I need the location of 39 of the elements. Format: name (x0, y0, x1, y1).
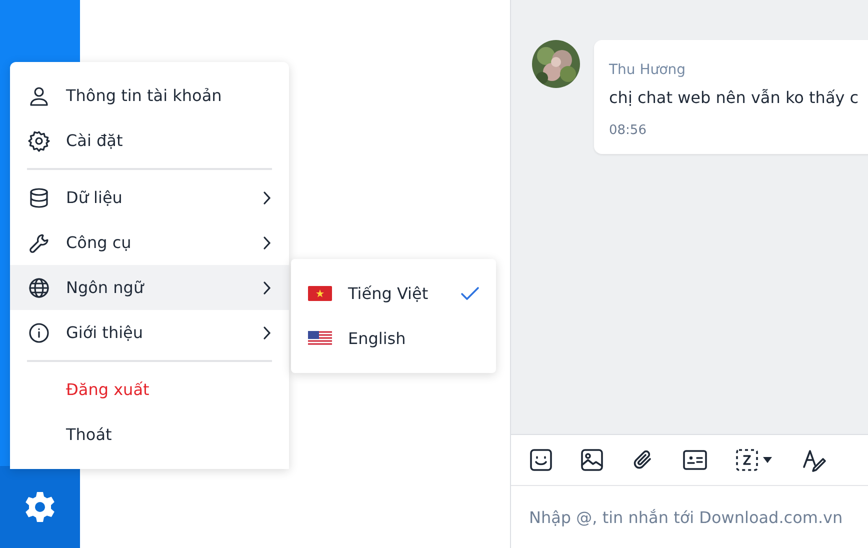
message-input[interactable]: Nhập @, tin nhắn tới Download.com.vn (511, 486, 868, 548)
screenshot-icon (735, 448, 775, 472)
sticker-button[interactable] (529, 448, 553, 472)
image-button[interactable] (580, 448, 604, 472)
globe-icon (28, 276, 50, 298)
message-time: 08:56 (609, 123, 648, 138)
smiley-icon (529, 448, 553, 472)
menu-item[interactable]: Ngôn ngữ (10, 265, 289, 310)
user-icon (28, 84, 50, 106)
chevron-right-icon (263, 190, 271, 204)
sender-name: Thu Hương (609, 62, 686, 78)
language-option[interactable]: English (291, 316, 496, 361)
text-format-button[interactable] (802, 448, 828, 472)
menu-item[interactable]: Dữ liệu (10, 175, 289, 220)
text-pen-icon (802, 448, 828, 472)
database-icon (28, 186, 50, 208)
usa-flag-icon (308, 330, 332, 347)
wrench-icon (28, 232, 50, 254)
chevron-right-icon (263, 280, 271, 294)
message-text: chị chat web nên vẫn ko thấy c (609, 88, 860, 107)
settings-icon (23, 490, 57, 524)
menu-item[interactable]: Công cụ (10, 220, 289, 265)
settings-button[interactable] (0, 466, 80, 548)
checkmark-icon (460, 286, 480, 302)
settings-icon (28, 130, 50, 152)
vietnam-flag-icon (308, 285, 332, 302)
language-option[interactable]: Tiếng Việt (291, 271, 496, 316)
menu-item[interactable]: Đăng xuất (10, 367, 289, 412)
chevron-right-icon (263, 326, 271, 340)
contact-card-icon (682, 448, 708, 472)
menu-item[interactable]: Cài đặt (10, 118, 289, 163)
info-icon (28, 322, 50, 344)
menu-item[interactable]: Thoát (10, 412, 289, 457)
chevron-right-icon (263, 236, 271, 250)
menu-item[interactable]: Thông tin tài khoản (10, 73, 289, 118)
image-icon (580, 448, 604, 472)
screenshot-button[interactable] (735, 448, 775, 472)
menu-item[interactable]: Giới thiệu (10, 310, 289, 355)
contact-card-button[interactable] (682, 448, 708, 472)
